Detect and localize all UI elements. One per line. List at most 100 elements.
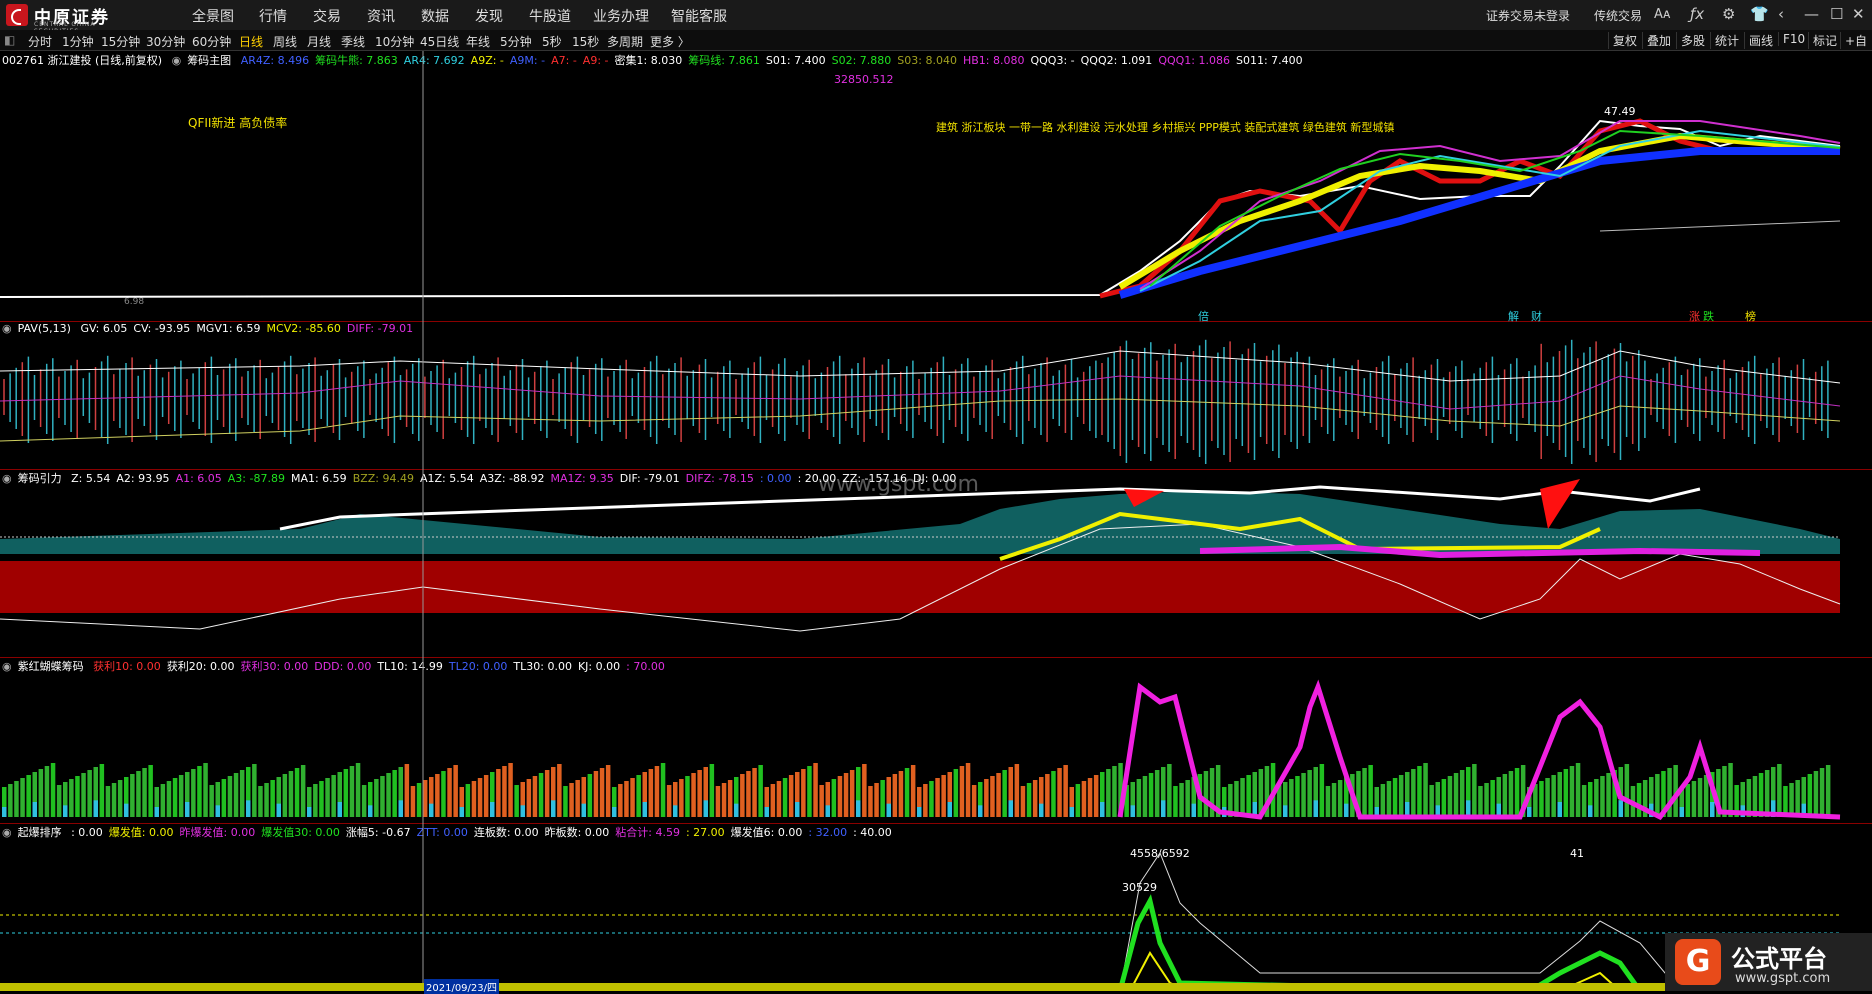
butterfly-chip-panel[interactable]: ◉ 紫红蝴蝶筹码 获利10: 0.00 获利20: 0.00 获利30: 0.00 DD… (0, 657, 1872, 824)
butterfly-bars (2, 763, 1831, 817)
period-5min[interactable]: 5分钟 (500, 33, 532, 50)
period-5sec[interactable]: 5秒 (542, 33, 562, 50)
butterfly-bar-cyan (337, 802, 342, 817)
butterfly-bar-cyan (1283, 805, 1288, 817)
butterfly-bar (1325, 786, 1331, 817)
tool-zi[interactable]: +自 (1840, 32, 1871, 49)
period-60min[interactable]: 60分钟 (192, 33, 231, 50)
butterfly-bar (1697, 778, 1703, 817)
butterfly-bar (410, 786, 416, 817)
butterfly-bar (599, 768, 605, 817)
tool-duogu[interactable]: 多股 (1676, 32, 1709, 49)
period-yearly[interactable]: 年线 (466, 33, 490, 50)
menu-jiaoyi[interactable]: 交易 (313, 6, 341, 26)
butterfly-bar (1722, 766, 1727, 817)
app-logo[interactable]: 中原证券 CENTRAL CHINA SECURITIES (6, 3, 126, 35)
butterfly-bar-cyan (1161, 800, 1166, 817)
butterfly-bar-cyan (978, 805, 983, 817)
period-monthly[interactable]: 月线 (307, 33, 331, 50)
font-size-icon[interactable]: Aᴀ (1654, 7, 1671, 22)
butterfly-bar (349, 766, 355, 817)
butterfly-bar (1764, 770, 1770, 817)
burst-chart-canvas (0, 823, 1840, 991)
minimize-icon[interactable]: — (1804, 5, 1819, 23)
butterfly-bar (483, 775, 489, 817)
butterfly-bar (1807, 774, 1813, 817)
butterfly-bar (1545, 778, 1550, 817)
period-multi[interactable]: 多周期 (607, 33, 643, 50)
butterfly-bar (14, 781, 19, 817)
butterfly-bar-cyan (1679, 807, 1684, 817)
gspt-logo-icon: G (1675, 939, 1721, 985)
close-icon[interactable]: ✕ (1852, 5, 1865, 23)
panel-toggle-icon[interactable]: ◧ (4, 33, 15, 47)
tool-diejia[interactable]: 叠加 (1642, 32, 1675, 49)
butterfly-bar (801, 769, 806, 817)
tool-f10[interactable]: F10 (1778, 32, 1809, 46)
main-chart-panel[interactable]: 002761 浙江建投 (日线,前复权) ◉ 筹码主图 AR4Z: 8.496 筹码… (0, 51, 1872, 323)
period-fenshi[interactable]: 分时 (28, 33, 52, 50)
butterfly-bar (1051, 771, 1056, 817)
butterfly-bar-cyan (2, 807, 7, 817)
butterfly-bar (843, 773, 849, 817)
period-45day[interactable]: 45日线 (420, 33, 459, 50)
menu-kefu[interactable]: 智能客服 (671, 6, 727, 26)
period-15min[interactable]: 15分钟 (101, 33, 140, 50)
butterfly-bar (1685, 784, 1691, 817)
traditional-trade-button[interactable]: 传统交易 (1594, 7, 1642, 24)
butterfly-bar (868, 786, 873, 817)
formula-icon[interactable]: ƒx (1690, 5, 1704, 23)
butterfly-bar-cyan (1588, 805, 1593, 817)
back-icon[interactable]: ‹ (1778, 5, 1784, 23)
butterfly-bar (526, 779, 532, 817)
menu-shuju[interactable]: 数据 (421, 6, 449, 26)
butterfly-bar (782, 778, 788, 817)
tool-fuquan[interactable]: 复权 (1608, 32, 1641, 49)
shirt-icon[interactable]: 👕 (1750, 5, 1769, 23)
period-30min[interactable]: 30分钟 (146, 33, 185, 50)
butterfly-bar-cyan (215, 805, 220, 817)
gear-icon[interactable]: ⚙ (1722, 5, 1735, 23)
chip-gravity-panel[interactable]: ◉ 筹码引力 Z: 5.54 A2: 93.95 A1: 6.05 A3: -87.89… (0, 469, 1872, 658)
period-more[interactable]: 更多 〉 (650, 33, 690, 50)
pav-panel[interactable]: ◉ PAV(5,13) GV: 6.05 CV: -93.95 MGV1: 6.59 M… (0, 321, 1872, 470)
butterfly-bar (959, 766, 965, 817)
butterfly-bar-cyan (520, 805, 525, 817)
watermark-url: www.gspt.com (1735, 971, 1831, 986)
butterfly-bar (1173, 786, 1178, 817)
burst-white-line (1119, 851, 1681, 991)
tool-huaxian[interactable]: 画线 (1744, 32, 1777, 49)
menu-hangqing[interactable]: 行情 (259, 6, 287, 26)
menu-faxian[interactable]: 发现 (475, 6, 503, 26)
period-10min[interactable]: 10分钟 (375, 33, 414, 50)
period-daily[interactable]: 日线 (239, 33, 263, 50)
butterfly-bar (105, 786, 111, 817)
butterfly-bar (44, 766, 50, 817)
menu-yewu[interactable]: 业务办理 (593, 6, 649, 26)
butterfly-bar (1508, 771, 1514, 817)
butterfly-bar (636, 775, 641, 817)
period-weekly[interactable]: 周线 (273, 33, 297, 50)
trade-login-status[interactable]: 证券交易未登录 (1486, 7, 1570, 24)
butterfly-bar (1093, 775, 1099, 817)
period-15sec[interactable]: 15秒 (572, 33, 599, 50)
butterfly-chart-canvas (2, 657, 1841, 823)
butterfly-bar (258, 786, 263, 817)
butterfly-bar (1600, 776, 1605, 817)
butterfly-bar-cyan (642, 802, 647, 817)
menu-zixun[interactable]: 资讯 (367, 6, 395, 26)
logo-mark-icon (6, 4, 28, 26)
butterfly-bar (1185, 780, 1190, 817)
period-quarterly[interactable]: 季线 (341, 33, 365, 50)
tool-tongji[interactable]: 统计 (1710, 32, 1743, 49)
butterfly-bar (496, 769, 501, 817)
butterfly-bar (740, 774, 745, 817)
tool-biaoji[interactable]: 标记 (1808, 32, 1841, 49)
butterfly-bar (87, 770, 92, 817)
menu-quanjing[interactable]: 全景图 (192, 6, 234, 26)
burst-ranking-panel[interactable]: ◉ 起爆排序 : 0.00 爆发值: 0.00 昨爆发值: 0.00 爆发值30: 0.… (0, 823, 1872, 994)
menu-niugudao[interactable]: 牛股道 (529, 6, 571, 26)
butterfly-bar (593, 771, 599, 817)
period-1min[interactable]: 1分钟 (62, 33, 94, 50)
maximize-icon[interactable]: ☐ (1830, 5, 1843, 23)
